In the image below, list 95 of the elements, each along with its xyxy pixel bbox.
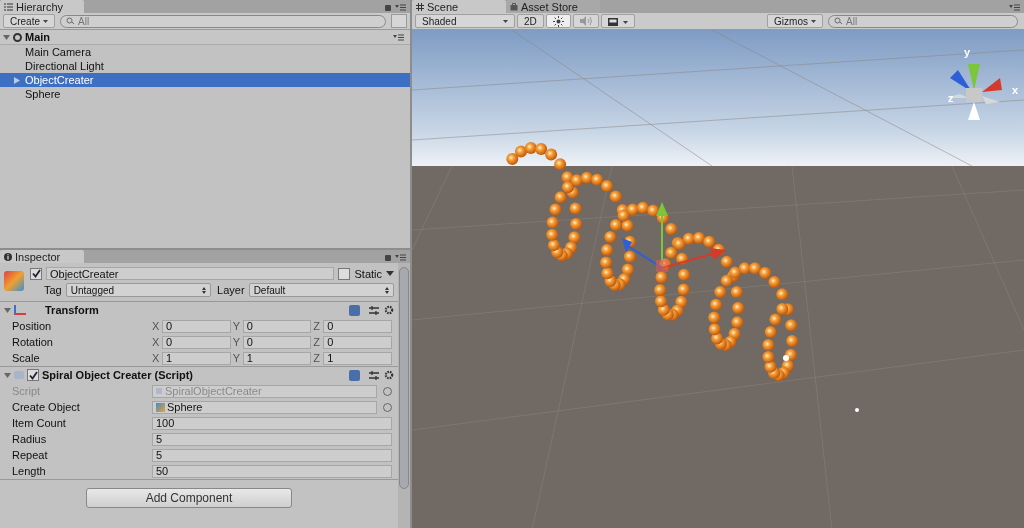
- expand-icon[interactable]: [4, 371, 11, 379]
- info-icon: [4, 252, 12, 261]
- shading-dropdown[interactable]: Shaded: [415, 14, 515, 28]
- number-field[interactable]: 0: [242, 335, 312, 349]
- orientation-gizmo-icon[interactable]: [946, 64, 1002, 120]
- layer-label: Layer: [216, 284, 245, 296]
- 2d-button[interactable]: 2D: [517, 14, 544, 28]
- updown-arrows-icon: [202, 286, 207, 294]
- settings-icon[interactable]: [384, 305, 394, 315]
- inspector-tab[interactable]: Inspector: [0, 250, 84, 263]
- axis-label: X: [152, 336, 160, 348]
- add-component-button[interactable]: Add Component: [86, 488, 292, 508]
- number-field[interactable]: 100: [152, 416, 392, 430]
- updown-arrows-icon: [385, 286, 389, 294]
- axis-label: Y: [232, 320, 241, 332]
- axis-label: Y: [232, 336, 241, 348]
- number-field[interactable]: 50: [152, 464, 392, 478]
- axis-label: Z: [313, 352, 322, 364]
- light-icon: [783, 355, 789, 361]
- property-label: Create Object: [12, 401, 81, 413]
- object-field[interactable]: Sphere: [152, 400, 377, 414]
- property-label: Scale: [12, 352, 41, 364]
- axis-label: Z: [313, 320, 322, 332]
- number-field[interactable]: 5: [152, 432, 392, 446]
- property-label: Repeat: [12, 449, 49, 461]
- object-name-field[interactable]: ObjectCreater: [46, 267, 335, 280]
- number-field[interactable]: 0: [323, 335, 392, 349]
- hierarchy-tab[interactable]: Hierarchy: [0, 0, 84, 13]
- scene-tab[interactable]: Scene: [412, 0, 506, 13]
- axis-label: z: [948, 92, 954, 104]
- caret-icon: [811, 19, 816, 23]
- axis-label: Z: [313, 336, 322, 348]
- cube-icon: [4, 271, 24, 291]
- scrollbar[interactable]: [398, 263, 410, 528]
- number-field[interactable]: 0: [323, 319, 392, 333]
- create-button[interactable]: Create: [3, 14, 55, 28]
- property-label: Position: [12, 320, 53, 332]
- image-icon: [607, 16, 628, 26]
- number-field[interactable]: 1: [323, 351, 392, 365]
- axis-label: y: [964, 46, 971, 58]
- expand-icon[interactable]: [3, 34, 10, 40]
- lighting-button[interactable]: [545, 14, 571, 28]
- search-icon: [834, 17, 844, 25]
- hierarchy-item[interactable]: Sphere: [0, 87, 410, 101]
- transform-icon: [14, 305, 26, 315]
- axis-label: Y: [232, 352, 241, 364]
- tag-label: Tag: [43, 284, 62, 296]
- scene-name: Main: [25, 31, 51, 43]
- caret-icon[interactable]: [386, 271, 394, 276]
- active-checkbox[interactable]: [30, 267, 42, 280]
- component-title: Spiral Object Creater (Script): [42, 369, 193, 381]
- static-checkbox[interactable]: [338, 267, 351, 280]
- light-icon: [855, 408, 859, 412]
- tag-dropdown[interactable]: Untagged: [65, 283, 212, 297]
- enabled-checkbox[interactable]: [27, 369, 39, 381]
- number-field[interactable]: 5: [152, 448, 392, 462]
- menu-icon[interactable]: [395, 254, 406, 261]
- number-field[interactable]: 1: [242, 351, 312, 365]
- caret-icon: [43, 19, 48, 23]
- axis-label: X: [152, 352, 160, 364]
- sliders-icon[interactable]: [369, 370, 379, 380]
- property-label: Item Count: [12, 417, 67, 429]
- layer-dropdown[interactable]: Default: [248, 283, 394, 297]
- list-icon: [4, 2, 13, 11]
- caret-icon: [503, 19, 508, 23]
- hierarchy-item[interactable]: ObjectCreater: [0, 73, 410, 87]
- static-label: Static: [354, 267, 382, 280]
- sliders-icon[interactable]: [369, 305, 379, 315]
- menu-icon[interactable]: [393, 33, 404, 41]
- menu-icon[interactable]: [1009, 4, 1020, 11]
- image-effects-button[interactable]: [600, 14, 635, 28]
- hierarchy-item[interactable]: Directional Light: [0, 59, 410, 73]
- property-label: Radius: [12, 433, 48, 445]
- menu-icon[interactable]: [395, 4, 406, 11]
- expand-arrow-icon[interactable]: [14, 76, 20, 84]
- search-icon: [66, 17, 76, 25]
- settings-icon[interactable]: [384, 370, 394, 380]
- number-field[interactable]: 0: [242, 319, 312, 333]
- bag-icon: [510, 2, 518, 11]
- speaker-icon: [579, 16, 592, 26]
- component-title: Transform: [45, 304, 99, 316]
- scene-tab[interactable]: Asset Store: [506, 0, 600, 13]
- number-field[interactable]: 0: [162, 335, 231, 349]
- grid-icon: [416, 2, 424, 11]
- move-gizmo-icon[interactable]: [622, 202, 726, 272]
- property-label: Rotation: [12, 336, 54, 348]
- hierarchy-item[interactable]: Main Camera: [0, 45, 410, 59]
- number-field[interactable]: 1: [162, 351, 231, 365]
- axis-label: x: [1012, 84, 1019, 96]
- sun-icon: [552, 15, 564, 27]
- gizmos-dropdown[interactable]: Gizmos: [767, 14, 823, 28]
- number-field[interactable]: 0: [162, 319, 231, 333]
- axis-label: X: [152, 320, 160, 332]
- property-label: Length: [12, 465, 47, 477]
- expand-icon[interactable]: [4, 306, 11, 314]
